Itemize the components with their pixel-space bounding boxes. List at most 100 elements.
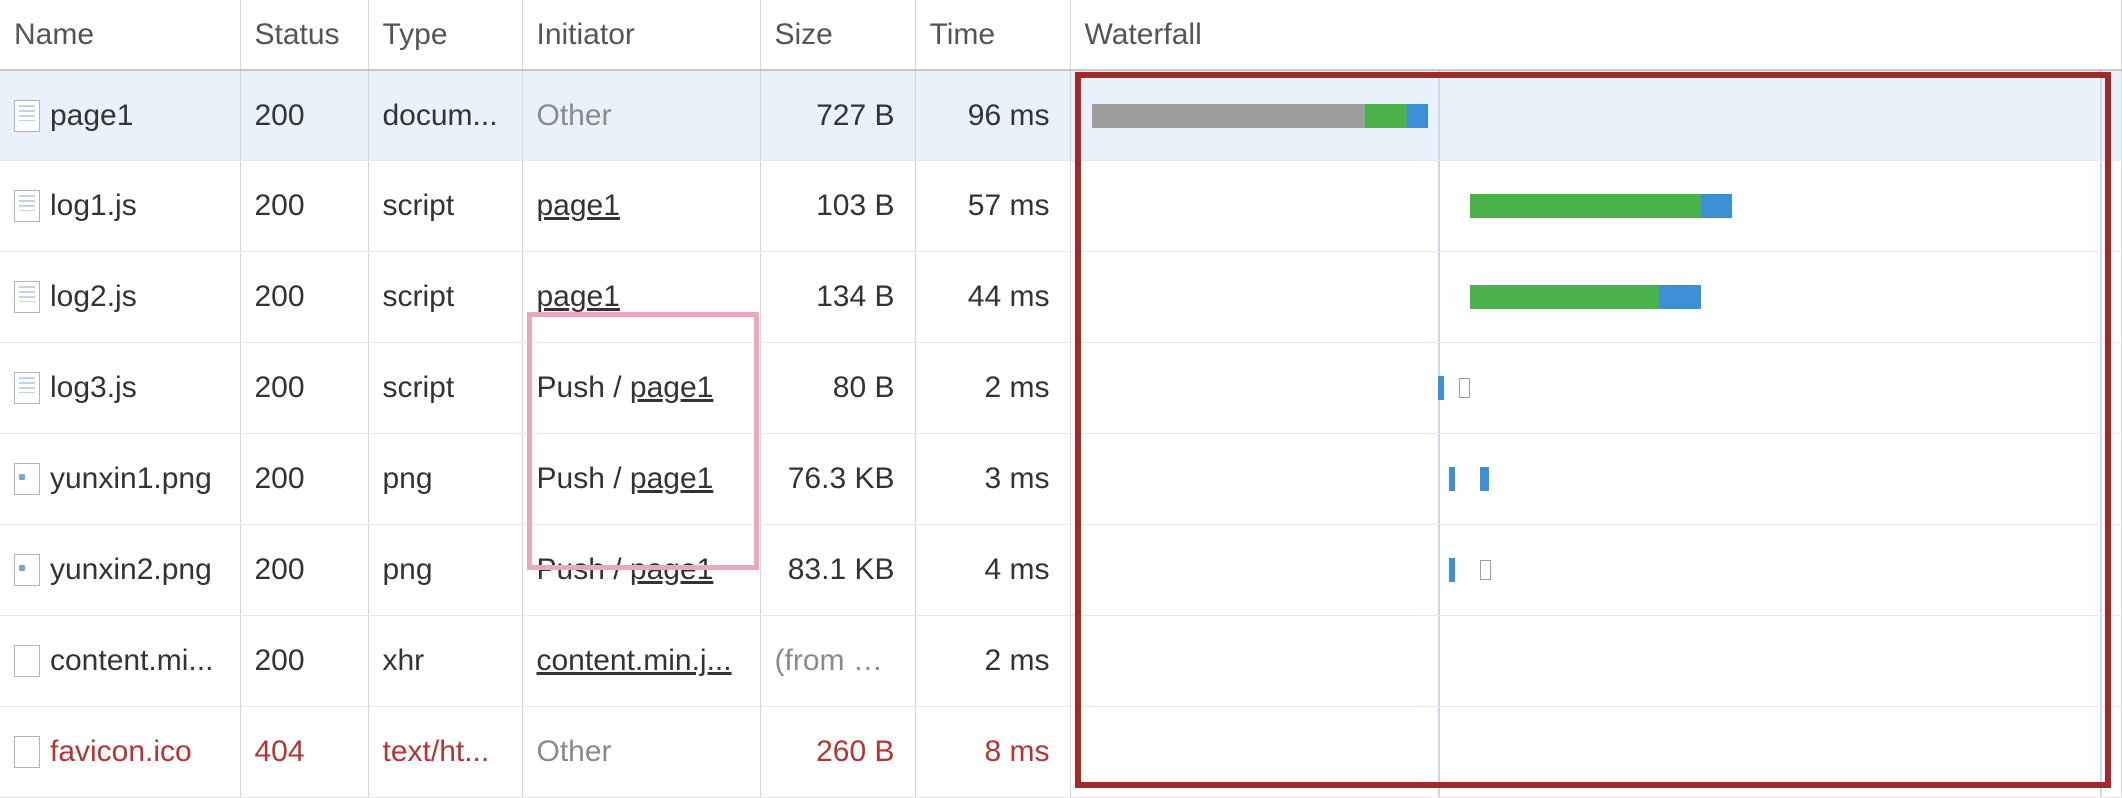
waterfall-track: [1071, 707, 2122, 797]
table-row[interactable]: yunxin1.png200pngPush / page176.3 KB3 ms: [0, 434, 2122, 525]
cell-size: (from di...: [760, 616, 915, 707]
cell-type: script: [368, 252, 522, 343]
cell-initiator[interactable]: Push / page1: [522, 434, 760, 525]
waterfall-track: [1071, 434, 2122, 524]
request-name: page1: [50, 99, 133, 133]
initiator-value[interactable]: page1: [630, 371, 713, 404]
cell-name[interactable]: yunxin1.png: [0, 434, 240, 525]
waterfall-track: [1071, 525, 2122, 615]
waterfall-segment-outline: [1480, 560, 1491, 580]
waterfall-segment-blue: [1449, 558, 1455, 582]
cell-size: 76.3 KB: [760, 434, 915, 525]
cell-name[interactable]: content.mi...: [0, 616, 240, 707]
table-header-row: Name Status Type Initiator Size Time Wat…: [0, 0, 2122, 70]
initiator-value[interactable]: content.min.j...: [537, 644, 732, 677]
request-name: favicon.ico: [50, 735, 192, 769]
initiator-value[interactable]: page1: [630, 553, 713, 586]
cell-initiator[interactable]: content.min.j...: [522, 616, 760, 707]
file-icon: [14, 736, 40, 768]
cell-initiator[interactable]: page1: [522, 161, 760, 252]
cell-time: 2 ms: [915, 343, 1070, 434]
waterfall-guide-line: [1438, 71, 1440, 160]
col-header-name[interactable]: Name: [0, 0, 240, 70]
col-header-size[interactable]: Size: [760, 0, 915, 70]
waterfall-guide-line: [2100, 343, 2102, 433]
col-header-type[interactable]: Type: [368, 0, 522, 70]
file-icon: [14, 645, 40, 677]
network-panel: Name Status Type Initiator Size Time Wat…: [0, 0, 2122, 798]
cell-time: 96 ms: [915, 70, 1070, 161]
file-icon: [14, 281, 40, 313]
cell-name[interactable]: favicon.ico: [0, 707, 240, 798]
cell-status: 200: [240, 161, 368, 252]
push-prefix: Push /: [537, 553, 630, 586]
file-icon: [14, 554, 40, 586]
initiator-value[interactable]: page1: [537, 189, 620, 222]
cell-type: script: [368, 161, 522, 252]
waterfall-guide-line: [1438, 434, 1440, 524]
file-icon: [14, 372, 40, 404]
waterfall-guide-line: [1438, 707, 1440, 797]
cell-initiator[interactable]: page1: [522, 252, 760, 343]
cell-type: docum...: [368, 70, 522, 161]
col-header-initiator[interactable]: Initiator: [522, 0, 760, 70]
cell-waterfall: [1070, 707, 2122, 798]
push-prefix: Push /: [537, 371, 630, 404]
waterfall-segment-outline: [1459, 378, 1470, 398]
waterfall-segment-blue: [1407, 104, 1428, 128]
cell-size: 103 B: [760, 161, 915, 252]
network-requests-table[interactable]: Name Status Type Initiator Size Time Wat…: [0, 0, 2122, 798]
request-name: yunxin1.png: [50, 462, 212, 496]
push-prefix: Push /: [537, 462, 630, 495]
waterfall-segment-blue: [1449, 467, 1455, 491]
cell-initiator[interactable]: Push / page1: [522, 525, 760, 616]
cell-waterfall: [1070, 161, 2122, 252]
cell-name[interactable]: log2.js: [0, 252, 240, 343]
waterfall-guide-line: [1438, 252, 1440, 342]
cell-status: 404: [240, 707, 368, 798]
waterfall-track: [1071, 71, 2122, 160]
request-name: content.mi...: [50, 644, 213, 678]
request-name: log3.js: [50, 371, 137, 405]
waterfall-guide-line: [1438, 616, 1440, 706]
table-row[interactable]: favicon.ico404text/ht...Other260 B8 ms: [0, 707, 2122, 798]
cell-type: script: [368, 343, 522, 434]
initiator-value[interactable]: page1: [537, 280, 620, 313]
waterfall-segment-green: [1470, 194, 1701, 218]
waterfall-guide-line: [1438, 525, 1440, 615]
cell-waterfall: [1070, 616, 2122, 707]
cell-initiator[interactable]: Push / page1: [522, 343, 760, 434]
table-row[interactable]: log3.js200scriptPush / page180 B2 ms: [0, 343, 2122, 434]
cell-waterfall: [1070, 70, 2122, 161]
col-header-status[interactable]: Status: [240, 0, 368, 70]
cell-type: png: [368, 525, 522, 616]
file-icon: [14, 463, 40, 495]
cell-name[interactable]: page1: [0, 70, 240, 161]
cell-status: 200: [240, 252, 368, 343]
waterfall-track: [1071, 161, 2122, 251]
request-name: log1.js: [50, 189, 137, 223]
cell-time: 2 ms: [915, 616, 1070, 707]
cell-name[interactable]: log3.js: [0, 343, 240, 434]
table-row[interactable]: page1200docum...Other727 B96 ms: [0, 70, 2122, 161]
table-row[interactable]: content.mi...200xhrcontent.min.j...(from…: [0, 616, 2122, 707]
waterfall-guide-line: [1438, 161, 1440, 251]
cell-size: 727 B: [760, 70, 915, 161]
cell-name[interactable]: yunxin2.png: [0, 525, 240, 616]
table-row[interactable]: log1.js 200script page1 103 B57 ms: [0, 161, 2122, 252]
table-row[interactable]: log2.js200scriptpage1134 B44 ms: [0, 252, 2122, 343]
cell-time: 57 ms: [915, 161, 1070, 252]
cell-time: 8 ms: [915, 707, 1070, 798]
cell-status: 200: [240, 525, 368, 616]
table-row[interactable]: yunxin2.png200pngPush / page183.1 KB4 ms: [0, 525, 2122, 616]
cell-status: 200: [240, 343, 368, 434]
waterfall-segment-blue: [1659, 285, 1701, 309]
initiator-value[interactable]: page1: [630, 462, 713, 495]
cell-name[interactable]: log1.js: [0, 161, 240, 252]
col-header-time[interactable]: Time: [915, 0, 1070, 70]
waterfall-track: [1071, 616, 2122, 706]
cell-type: xhr: [368, 616, 522, 707]
cell-size: 260 B: [760, 707, 915, 798]
col-header-waterfall[interactable]: Waterfall: [1070, 0, 2122, 70]
file-icon: [14, 190, 40, 222]
